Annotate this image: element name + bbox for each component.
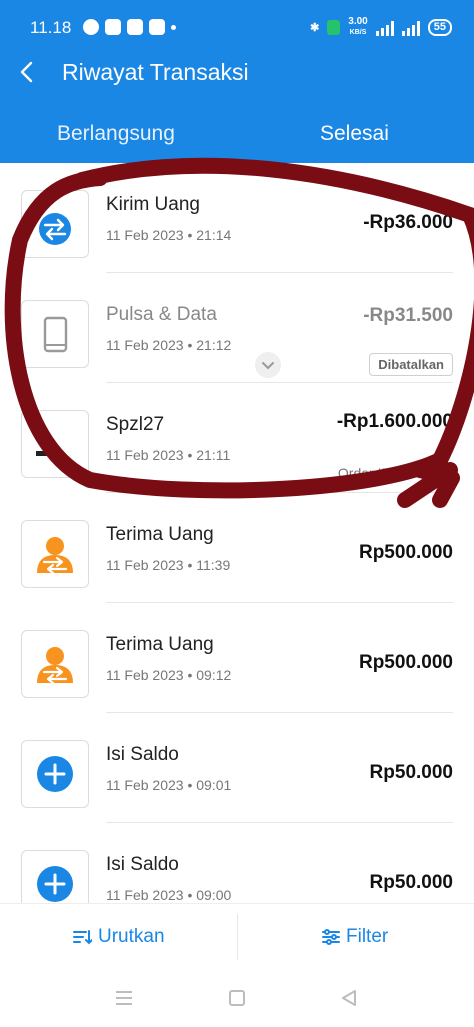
transaction-amount: -Rp1.600.000 bbox=[336, 411, 453, 432]
transaction-name: Spzl27 bbox=[106, 414, 165, 435]
transaction-row[interactable]: Spzl27 11 Feb 2023 • 21:11 -Rp1.600.000 … bbox=[0, 383, 474, 493]
transaction-row[interactable]: Pulsa & Data 11 Feb 2023 • 21:12 -Rp31.5… bbox=[0, 273, 474, 383]
top-up-icon bbox=[21, 740, 89, 808]
transaction-date: 11 Feb 2023 • 09:00 bbox=[106, 887, 232, 903]
page-title: Riwayat Transaksi bbox=[62, 59, 249, 85]
transaction-name: Isi Saldo bbox=[106, 854, 179, 875]
tab-selesai[interactable]: Selesai bbox=[320, 122, 389, 146]
transaction-date: 11 Feb 2023 • 21:11 bbox=[106, 447, 231, 463]
transaction-row[interactable]: Terima Uang 11 Feb 2023 • 09:12 Rp500.00… bbox=[0, 603, 474, 713]
back-arrow-icon[interactable] bbox=[16, 60, 40, 84]
sort-button[interactable]: Urutkan bbox=[72, 926, 165, 948]
notification-icons bbox=[83, 19, 176, 35]
filter-label: Filter bbox=[346, 926, 389, 947]
expand-chevron-icon[interactable] bbox=[255, 352, 281, 378]
status-bar: 11.18 ✱ 3.00 KB/S 55 bbox=[0, 0, 474, 44]
filter-icon bbox=[322, 929, 340, 945]
signal-4g-icon bbox=[401, 20, 420, 36]
status-badge: Dibatalkan bbox=[369, 353, 453, 376]
shop-notification-icon bbox=[127, 19, 143, 35]
merchant-icon bbox=[21, 410, 89, 478]
transaction-amount: Rp50.000 bbox=[369, 762, 453, 783]
transaction-date: 11 Feb 2023 • 21:14 bbox=[106, 227, 232, 243]
divider bbox=[237, 914, 238, 960]
transaction-row[interactable]: Isi Saldo 11 Feb 2023 • 09:01 Rp50.000 bbox=[0, 713, 474, 823]
system-nav-bar bbox=[0, 969, 474, 1027]
receive-money-icon bbox=[21, 520, 89, 588]
transfer-send-icon bbox=[21, 190, 89, 258]
status-right: ✱ 3.00 KB/S 55 bbox=[310, 17, 452, 38]
bottom-action-bar: Urutkan Filter bbox=[0, 903, 474, 970]
signal-icon bbox=[375, 20, 394, 36]
app-notification-icon bbox=[83, 19, 99, 35]
transaction-name: Pulsa & Data bbox=[106, 304, 217, 325]
sort-label: Urutkan bbox=[98, 926, 165, 947]
transaction-name: Isi Saldo bbox=[106, 744, 179, 765]
back-nav-icon[interactable] bbox=[340, 989, 358, 1007]
transaction-name: Terima Uang bbox=[106, 524, 214, 545]
transaction-amount: -Rp31.500 bbox=[363, 305, 453, 326]
transaction-amount: -Rp36.000 bbox=[363, 212, 453, 233]
bluetooth-icon: ✱ bbox=[310, 22, 320, 34]
transaction-amount: Rp500.000 bbox=[358, 652, 453, 673]
transaction-amount: Rp50.000 bbox=[369, 872, 453, 893]
transaction-amount: Rp500.000 bbox=[358, 542, 453, 563]
transaction-date: 11 Feb 2023 • 09:12 bbox=[106, 667, 232, 683]
menu-icon[interactable] bbox=[114, 989, 134, 1007]
order-id: Order ID : ••• e2b6 bbox=[337, 465, 453, 481]
transaction-name: Kirim Uang bbox=[106, 194, 200, 215]
receive-money-icon bbox=[21, 630, 89, 698]
home-icon[interactable] bbox=[228, 989, 246, 1007]
app-notification-icon bbox=[105, 19, 121, 35]
transaction-date: 11 Feb 2023 • 21:12 bbox=[106, 337, 232, 353]
app-header: 11.18 ✱ 3.00 KB/S 55 Riwayat Transaksi Be… bbox=[0, 0, 474, 163]
transaction-date: 11 Feb 2023 • 09:01 bbox=[106, 777, 232, 793]
transaction-row[interactable]: Kirim Uang 11 Feb 2023 • 21:14 -Rp36.000 bbox=[0, 163, 474, 273]
tab-berlangsung[interactable]: Berlangsung bbox=[57, 122, 175, 146]
status-time: 11.18 bbox=[30, 18, 72, 37]
transaction-date: 11 Feb 2023 • 11:39 bbox=[106, 557, 231, 573]
transaction-row[interactable]: Terima Uang 11 Feb 2023 • 11:39 Rp500.00… bbox=[0, 493, 474, 603]
vpn-icon bbox=[327, 20, 341, 35]
youtube-icon bbox=[149, 19, 165, 35]
network-speed: 3.00 KB/S bbox=[348, 16, 368, 37]
filter-button[interactable]: Filter bbox=[322, 926, 388, 948]
phone-icon bbox=[21, 300, 89, 368]
transaction-name: Terima Uang bbox=[106, 634, 214, 655]
more-notifications-icon bbox=[171, 24, 176, 30]
battery-icon: 55 bbox=[427, 19, 452, 36]
sort-icon bbox=[73, 930, 92, 945]
